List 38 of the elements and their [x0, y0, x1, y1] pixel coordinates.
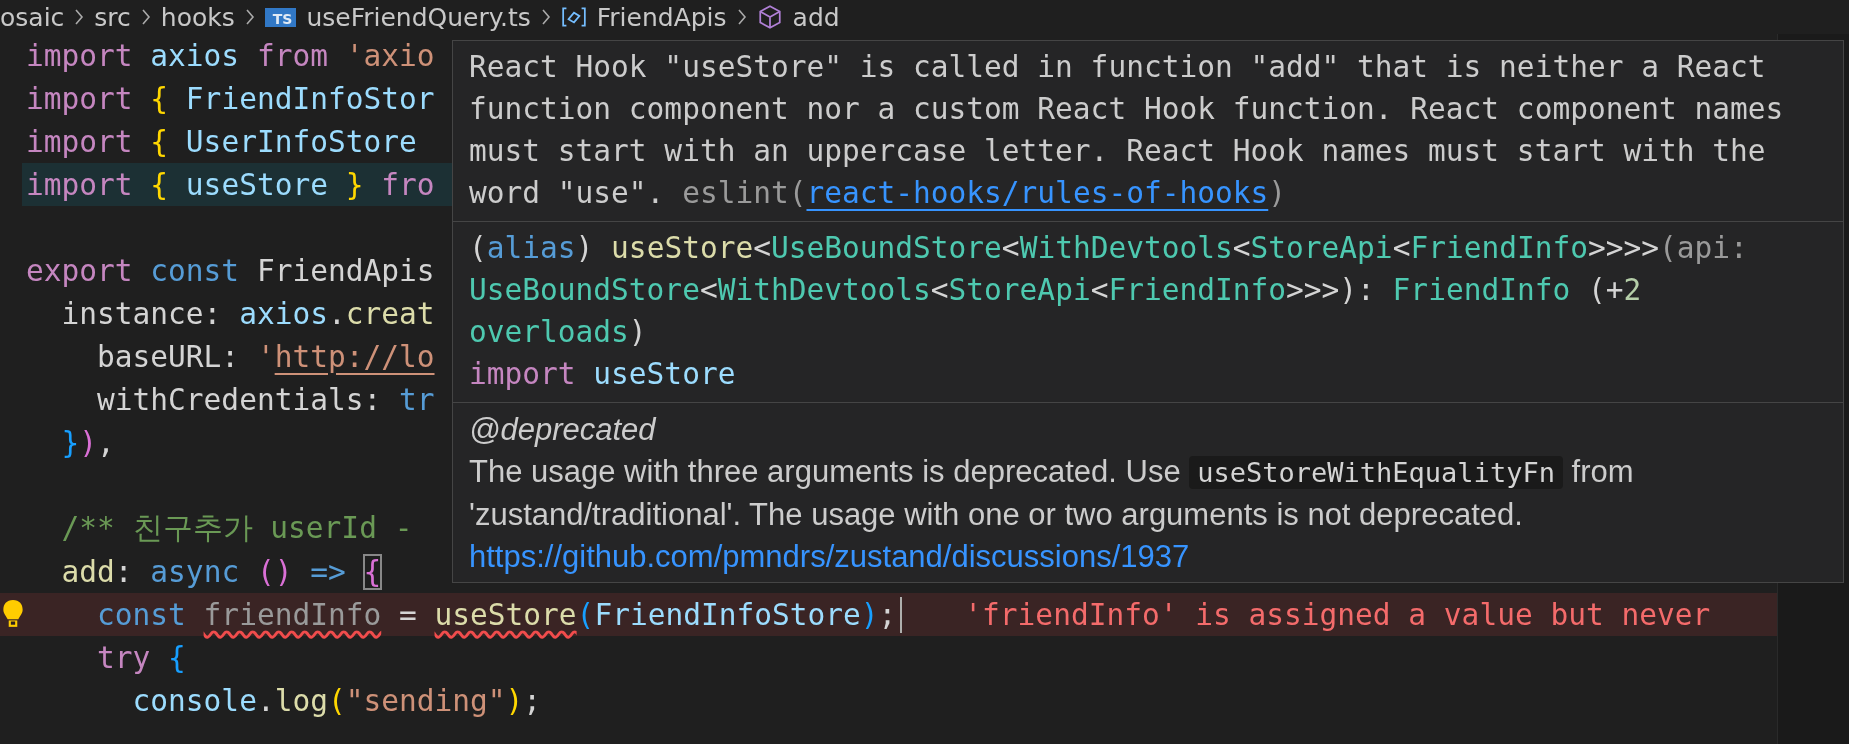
code-line: import { useStore } fro [26, 167, 435, 202]
code-line: baseURL: 'http://lo [96, 339, 435, 374]
problem-message: React Hook "useStore" is called in function "add" that is neither a React function component nor a custom React Hook function. React component names must start with an uppercase letter. React Hook names must start with the word "use". eslint(react-hooks/rules-of-hooks) [469, 49, 1785, 212]
text-cursor [900, 596, 903, 633]
code-line: const friendInfo = useStore(FriendInfoStore); [96, 597, 897, 632]
rule-link[interactable]: react-hooks/rules-of-hooks [806, 176, 1269, 210]
cube-icon [756, 4, 783, 30]
chevron-icon [540, 9, 551, 25]
lightbulb-icon[interactable] [2, 599, 24, 629]
code-line: import axios from 'axio [26, 38, 435, 73]
breadcrumb-item[interactable]: hooks [160, 2, 235, 32]
code-line: export const FriendApis [26, 253, 435, 288]
code-line: }), [60, 425, 115, 460]
breadcrumb-item[interactable]: add [792, 2, 840, 32]
code-line: try { [96, 640, 186, 675]
code-line: instance: axios.creat [60, 296, 435, 331]
chevron-icon [736, 9, 747, 25]
code-line: /** 친구추가 userId - [60, 509, 413, 547]
code-line: console.log("sending"); [131, 683, 542, 718]
file-type-badge: TS [264, 7, 297, 27]
namespace-icon [560, 6, 587, 28]
signature-line: import useStore [469, 356, 737, 393]
code-line: import { FriendInfoStor [26, 81, 435, 116]
code-line: withCredentials: tr [96, 382, 435, 417]
discussion-link[interactable]: https://github.com/pmndrs/zustand/discussions/1937 [469, 536, 1190, 578]
deprecation-note: The usage with three arguments is deprecated. Use useStoreWithEqualityFn from 'zustand/traditional'. The usage with one or two arguments is not deprecated. [469, 453, 1635, 534]
chevron-icon [74, 9, 85, 25]
deprecated-tag: @deprecated [469, 409, 1827, 451]
inline-error-message: 'friendInfo' is assigned a value but never [964, 597, 1711, 632]
breadcrumb-item[interactable]: useFriendQuery.ts [306, 2, 531, 32]
code-line: import { UserInfoStore [26, 124, 417, 159]
chevron-icon [140, 9, 151, 25]
breadcrumb-item[interactable]: FriendApis [596, 2, 727, 32]
code-line: add: async () => { [60, 554, 382, 589]
signature-line: (alias) useStore<UseBoundStore<WithDevtools<StoreApi<FriendInfo>>>>(api: UseBoundStore<WithDevtools<StoreApi<FriendInfo>>>): FriendInfo (+2 overloads) [469, 230, 1749, 351]
breadcrumb-item[interactable]: src [94, 2, 131, 32]
breadcrumb-item[interactable]: osaic [0, 2, 65, 32]
chevron-icon [244, 9, 255, 25]
